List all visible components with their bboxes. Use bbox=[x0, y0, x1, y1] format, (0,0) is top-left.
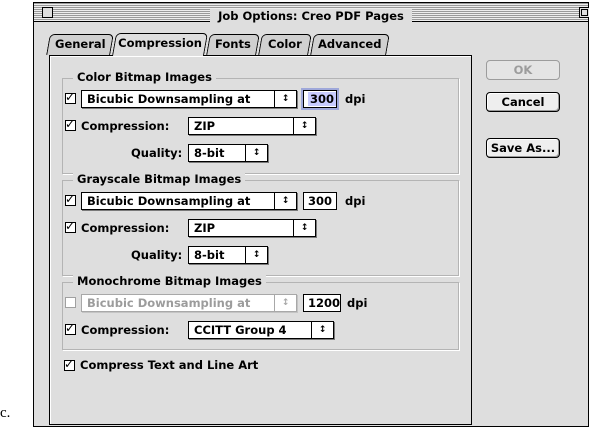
color-downsample-checkbox[interactable] bbox=[65, 90, 76, 104]
popup-arrows-icon: ↕ bbox=[311, 322, 333, 338]
zoom-box-icon[interactable] bbox=[579, 7, 589, 18]
job-options-dialog: Job Options: Creo PDF Pages General Comp… bbox=[33, 2, 589, 427]
color-bitmap-title: Color Bitmap Images bbox=[73, 70, 216, 84]
monochrome-downsample-checkbox[interactable] bbox=[65, 297, 76, 308]
monochrome-compression-label: Compression: bbox=[81, 323, 170, 337]
grayscale-quality-select[interactable]: 8-bit ↕ bbox=[188, 246, 268, 264]
grayscale-quality-label: Quality: bbox=[131, 248, 183, 262]
color-compression-checkbox[interactable] bbox=[65, 117, 76, 131]
grayscale-bitmap-title: Grayscale Bitmap Images bbox=[73, 172, 246, 186]
color-resolution-input[interactable]: 300 bbox=[301, 88, 339, 110]
ok-button[interactable]: OK bbox=[486, 60, 560, 80]
save-as-button[interactable]: Save As... bbox=[486, 138, 560, 158]
popup-arrows-icon: ↕ bbox=[293, 118, 315, 134]
grayscale-compression-label: Compression: bbox=[81, 221, 170, 235]
grayscale-downsample-checkbox[interactable] bbox=[65, 192, 76, 206]
color-quality-select[interactable]: 8-bit ↕ bbox=[188, 144, 268, 162]
color-dpi-label: dpi bbox=[345, 92, 366, 106]
tab-general[interactable]: General bbox=[46, 34, 114, 55]
popup-arrows-icon: ↕ bbox=[274, 295, 296, 311]
grayscale-compression-select[interactable]: ZIP ↕ bbox=[188, 219, 316, 237]
popup-arrows-icon: ↕ bbox=[245, 247, 267, 263]
window-title: Job Options: Creo PDF Pages bbox=[34, 5, 588, 24]
cancel-button[interactable]: Cancel bbox=[486, 92, 560, 112]
monochrome-bitmap-title: Monochrome Bitmap Images bbox=[73, 274, 266, 288]
tab-advanced[interactable]: Advanced bbox=[310, 34, 390, 55]
grayscale-resolution-input[interactable]: 300 bbox=[303, 192, 337, 210]
monochrome-downsample-method-select[interactable]: Bicubic Downsampling at ↕ bbox=[81, 294, 297, 312]
color-compression-label: Compression: bbox=[81, 119, 170, 133]
popup-arrows-icon: ↕ bbox=[245, 145, 267, 161]
grayscale-downsample-method-select[interactable]: Bicubic Downsampling at ↕ bbox=[81, 192, 297, 210]
color-compression-select[interactable]: ZIP ↕ bbox=[188, 117, 316, 135]
grayscale-compression-checkbox[interactable] bbox=[65, 219, 76, 233]
grayscale-dpi-label: dpi bbox=[345, 194, 366, 208]
popup-arrows-icon: ↕ bbox=[274, 91, 296, 107]
grayscale-bitmap-group: Grayscale Bitmap Images Bicubic Downsamp… bbox=[62, 172, 459, 276]
title-bar[interactable]: Job Options: Creo PDF Pages bbox=[34, 3, 589, 24]
monochrome-dpi-label: dpi bbox=[347, 296, 368, 310]
color-downsample-method-select[interactable]: Bicubic Downsampling at ↕ bbox=[81, 90, 297, 108]
color-quality-label: Quality: bbox=[131, 146, 183, 160]
monochrome-bitmap-group: Monochrome Bitmap Images Bicubic Downsam… bbox=[62, 274, 459, 350]
compress-text-label[interactable]: Compress Text and Line Art bbox=[80, 358, 258, 372]
monochrome-compression-select[interactable]: CCITT Group 4 ↕ bbox=[188, 321, 334, 339]
popup-arrows-icon: ↕ bbox=[274, 193, 296, 209]
compression-panel: Color Bitmap Images Bicubic Downsampling… bbox=[49, 55, 472, 425]
tab-fonts[interactable]: Fonts bbox=[206, 34, 260, 55]
monochrome-compression-checkbox[interactable] bbox=[65, 321, 76, 335]
tab-compression[interactable]: Compression bbox=[111, 33, 209, 56]
tab-color[interactable]: Color bbox=[258, 34, 312, 55]
color-bitmap-group: Color Bitmap Images Bicubic Downsampling… bbox=[62, 70, 459, 174]
monochrome-resolution-input[interactable]: 1200 bbox=[303, 294, 341, 312]
compress-text-checkbox[interactable] bbox=[64, 357, 75, 371]
popup-arrows-icon: ↕ bbox=[293, 220, 315, 236]
figure-caption: c. bbox=[0, 405, 11, 421]
